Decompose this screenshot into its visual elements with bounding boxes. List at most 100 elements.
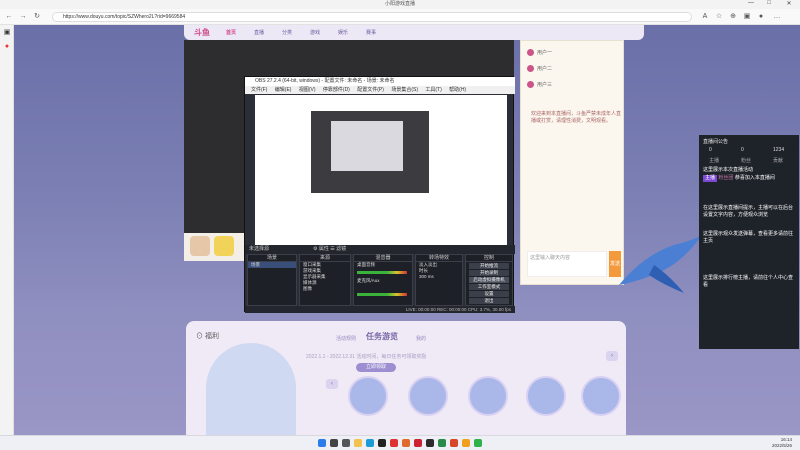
edge-icon[interactable] [366, 439, 374, 447]
gift-icon[interactable] [190, 236, 210, 256]
transitions-dock: 转场特效 淡入淡出 时长 300 ms [415, 254, 463, 306]
reward-item[interactable] [348, 376, 388, 416]
nav-item-entertainment[interactable]: 娱乐 [338, 29, 348, 36]
explorer-icon[interactable] [354, 439, 362, 447]
panel-tab[interactable]: 贡献 [773, 157, 783, 164]
source-actions[interactable]: ⚙ 属性 ☰ 滤镜 [313, 245, 346, 254]
prev-button[interactable]: ‹ [326, 379, 338, 389]
avatar [527, 49, 534, 57]
reward-item[interactable] [468, 376, 508, 416]
virtual-camera-button[interactable]: 启动虚拟摄像机 [469, 277, 509, 283]
activity-section: ⊙ 福利 活动规则 任务游览 我的 2022.1.1 - 2022.12.31 … [186, 321, 626, 435]
menu-scene-collection[interactable]: 场景集合(S) [391, 87, 418, 93]
app6-icon[interactable] [450, 439, 458, 447]
extensions-icon[interactable]: ⊕ [728, 12, 738, 22]
claim-button[interactable]: 立即领取 [356, 363, 396, 372]
app-icon[interactable]: ● [3, 43, 11, 51]
transition-duration-input[interactable]: 300 ms [416, 274, 462, 280]
favorites-icon[interactable]: ☆ [714, 12, 724, 22]
reward-item[interactable] [526, 376, 566, 416]
chat-user[interactable]: 用户一 [527, 49, 552, 59]
audio-meter [357, 271, 407, 274]
reward-item[interactable] [408, 376, 448, 416]
menu-edit[interactable]: 编辑(E) [275, 87, 292, 93]
menu-help[interactable]: 帮助(H) [449, 87, 466, 93]
app7-icon[interactable] [462, 439, 470, 447]
forward-icon[interactable]: → [18, 12, 28, 22]
start-icon[interactable] [318, 439, 326, 447]
obs-preview[interactable] [255, 95, 507, 245]
nav-item-game[interactable]: 游戏 [310, 29, 320, 36]
app5-icon[interactable] [438, 439, 446, 447]
window-title: 小阳游戏直播 [384, 1, 415, 7]
panel-tab[interactable]: 主播 [709, 157, 719, 164]
panel-block: 在这里展示直播间提示，主播可以在后台设置文字内容，方便观众浏览 [703, 205, 794, 218]
source-label: 未选择源 [249, 246, 270, 252]
minimize-icon[interactable]: — [744, 0, 758, 9]
activity-rules-link[interactable]: 活动规则 [336, 335, 356, 342]
app1-icon[interactable] [390, 439, 398, 447]
start-streaming-button[interactable]: 开始推流 [469, 263, 509, 269]
read-aloud-icon[interactable]: A [700, 12, 710, 22]
activity-label: ⊙ 福利 [196, 333, 219, 340]
maximize-icon[interactable]: □ [762, 0, 776, 9]
chat-panel: 用户一 用户二 用户三 欢迎来到本直播间，斗鱼严禁未成年人直播或打赏，请理性消费… [520, 40, 624, 285]
obs-icon[interactable] [378, 439, 386, 447]
nav-item-home[interactable]: 首页 [226, 29, 236, 36]
scene-item[interactable]: 场景 [248, 262, 296, 268]
dock-title: 来源 [300, 255, 350, 262]
app3-icon[interactable] [414, 439, 422, 447]
announcement-panel: 直播间公告 0 0 1234 主播 粉丝 贡献 这里展示本次直播活动 主播 粉丝… [699, 135, 799, 349]
menu-profile[interactable]: 配置文件(P) [357, 87, 384, 93]
bird-decoration [619, 235, 702, 293]
clock[interactable]: 16:14 2022/5/26 [772, 437, 792, 449]
menu-docks[interactable]: 停靠部件(D) [323, 87, 350, 93]
panel-tab[interactable]: 粉丝 [741, 157, 751, 164]
back-icon[interactable]: ← [4, 12, 14, 22]
app4-icon[interactable] [426, 439, 434, 447]
start-recording-button[interactable]: 开始录制 [469, 270, 509, 276]
next-button[interactable]: › [606, 351, 618, 361]
panel-stat: 1234 [773, 147, 785, 153]
panel-title: 直播间公告 [703, 139, 729, 145]
menu-view[interactable]: 视图(V) [299, 87, 316, 93]
chat-user[interactable]: 用户三 [527, 81, 552, 91]
search-icon[interactable] [330, 439, 338, 447]
chat-message: 欢迎来到本直播间，斗鱼严禁未成年人直播或打赏，请理性消费，文明观看。 [531, 111, 622, 124]
menu-tools[interactable]: 工具(T) [425, 87, 441, 93]
exit-button[interactable]: 退出 [469, 298, 509, 304]
app2-icon[interactable] [402, 439, 410, 447]
menu-file[interactable]: 文件(F) [251, 87, 267, 93]
castle-illustration [206, 343, 296, 435]
profile-icon[interactable]: ● [756, 12, 766, 22]
site-nav: 斗鱼 首页 直播 分类 游戏 娱乐 赛事 [184, 25, 644, 40]
panel-line: 恭喜加入本直播间 [734, 175, 775, 181]
refresh-icon[interactable]: ↻ [32, 12, 42, 22]
nav-item-category[interactable]: 分类 [282, 29, 292, 36]
collections-icon[interactable]: ▣ [742, 12, 752, 22]
more-icon[interactable]: … [772, 12, 782, 22]
site-logo[interactable]: 斗鱼 [194, 27, 210, 38]
dock-title: 场景 [248, 255, 296, 262]
close-icon[interactable]: ✕ [782, 0, 796, 9]
panel-block: 这里展示观众发送弹幕，查看更多请前往主页 [703, 231, 794, 244]
mixer-track: 桌面音频 [357, 262, 375, 267]
gift-icon[interactable] [214, 236, 234, 256]
reward-item[interactable] [581, 376, 621, 416]
source-item[interactable]: 图像 [300, 286, 350, 292]
chat-user[interactable]: 用户二 [527, 65, 552, 75]
chat-input[interactable]: 这里输入聊天内容 [527, 251, 607, 277]
settings-button[interactable]: 设置 [469, 291, 509, 297]
nested-preview [311, 111, 429, 193]
studio-mode-button[interactable]: 工作室模式 [469, 284, 509, 290]
taskview-icon[interactable] [342, 439, 350, 447]
app8-icon[interactable] [474, 439, 482, 447]
activity-title: 任务游览 [366, 332, 398, 341]
tabs-icon[interactable]: ▣ [3, 29, 11, 37]
activity-mine-link[interactable]: 我的 [416, 335, 426, 342]
nav-item-events[interactable]: 赛事 [366, 29, 376, 36]
avatar [527, 81, 534, 89]
browser-toolbar: ← → ↻ https://www.douyu.com/topic/SZWher… [0, 9, 800, 25]
nav-item-live[interactable]: 直播 [254, 29, 264, 36]
address-bar[interactable]: https://www.douyu.com/topic/SZWhero2L?ri… [52, 12, 692, 22]
